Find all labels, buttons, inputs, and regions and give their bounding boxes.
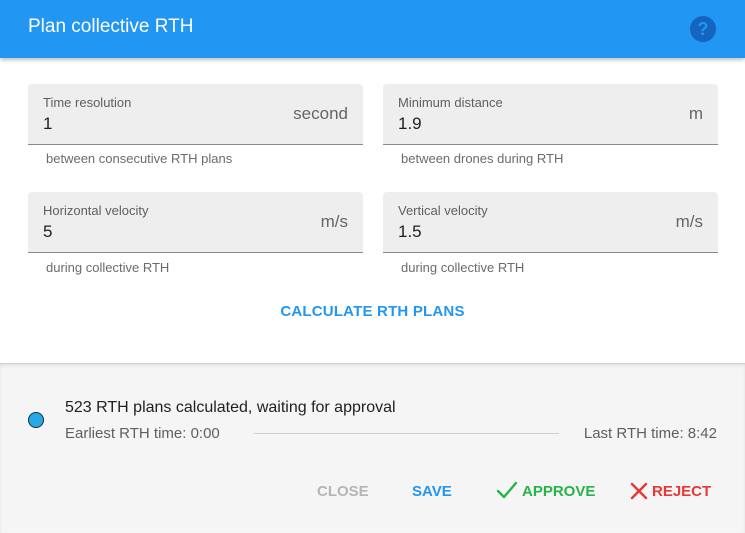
field-label: Time resolution <box>43 95 132 110</box>
save-button-label: SAVE <box>412 483 452 500</box>
field-unit: m/s <box>675 212 703 231</box>
field-unit: m/s <box>320 212 348 231</box>
timeline-divider <box>254 433 559 434</box>
time-resolution-helper: between consecutive RTH plans <box>46 151 233 166</box>
check-icon <box>496 481 518 499</box>
horizontal-velocity-input[interactable]: 5 <box>43 222 52 242</box>
dialog-title: Plan collective RTH <box>28 16 194 37</box>
dialog-header: Plan collective RTH ? <box>0 0 745 58</box>
close-button[interactable]: CLOSE <box>317 480 369 504</box>
last-rth-time: Last RTH time: 8:42 <box>583 425 717 442</box>
approve-button-label: APPROVE <box>522 483 596 500</box>
field-label: Vertical velocity <box>398 203 488 218</box>
minimum-distance-input[interactable]: 1.9 <box>398 114 422 134</box>
close-button-label: CLOSE <box>317 483 369 500</box>
status-footer: 523 RTH plans calculated, waiting for ap… <box>0 363 745 533</box>
reject-button-label: REJECT <box>652 483 712 500</box>
time-resolution-input[interactable]: 1 <box>43 114 52 134</box>
horizontal-velocity-helper: during collective RTH <box>46 260 170 275</box>
vertical-velocity-input[interactable]: 1.5 <box>398 222 422 242</box>
minimum-distance-field[interactable]: Minimum distance 1.9 m <box>383 84 718 145</box>
reject-button[interactable]: REJECT <box>630 480 711 504</box>
status-indicator-dot <box>28 412 44 428</box>
minimum-distance-helper: between drones during RTH <box>401 151 564 166</box>
field-unit: m <box>688 104 703 123</box>
save-button[interactable]: SAVE <box>412 480 452 504</box>
field-unit: second <box>293 104 348 123</box>
earliest-rth-time: Earliest RTH time: 0:00 <box>65 425 220 442</box>
dialog-body: Time resolution 1 second between consecu… <box>0 58 745 363</box>
calculate-rth-plans-button[interactable]: CALCULATE RTH PLANS <box>260 296 485 328</box>
vertical-velocity-field[interactable]: Vertical velocity 1.5 m/s <box>383 192 718 253</box>
time-resolution-field[interactable]: Time resolution 1 second <box>28 84 363 145</box>
field-label: Horizontal velocity <box>43 203 149 218</box>
vertical-velocity-helper: during collective RTH <box>401 260 525 275</box>
status-message: 523 RTH plans calculated, waiting for ap… <box>65 399 396 416</box>
approve-button[interactable]: APPROVE <box>496 480 595 504</box>
field-label: Minimum distance <box>398 95 503 110</box>
close-x-icon <box>630 482 648 500</box>
help-icon[interactable]: ? <box>690 16 716 42</box>
horizontal-velocity-field[interactable]: Horizontal velocity 5 m/s <box>28 192 363 253</box>
